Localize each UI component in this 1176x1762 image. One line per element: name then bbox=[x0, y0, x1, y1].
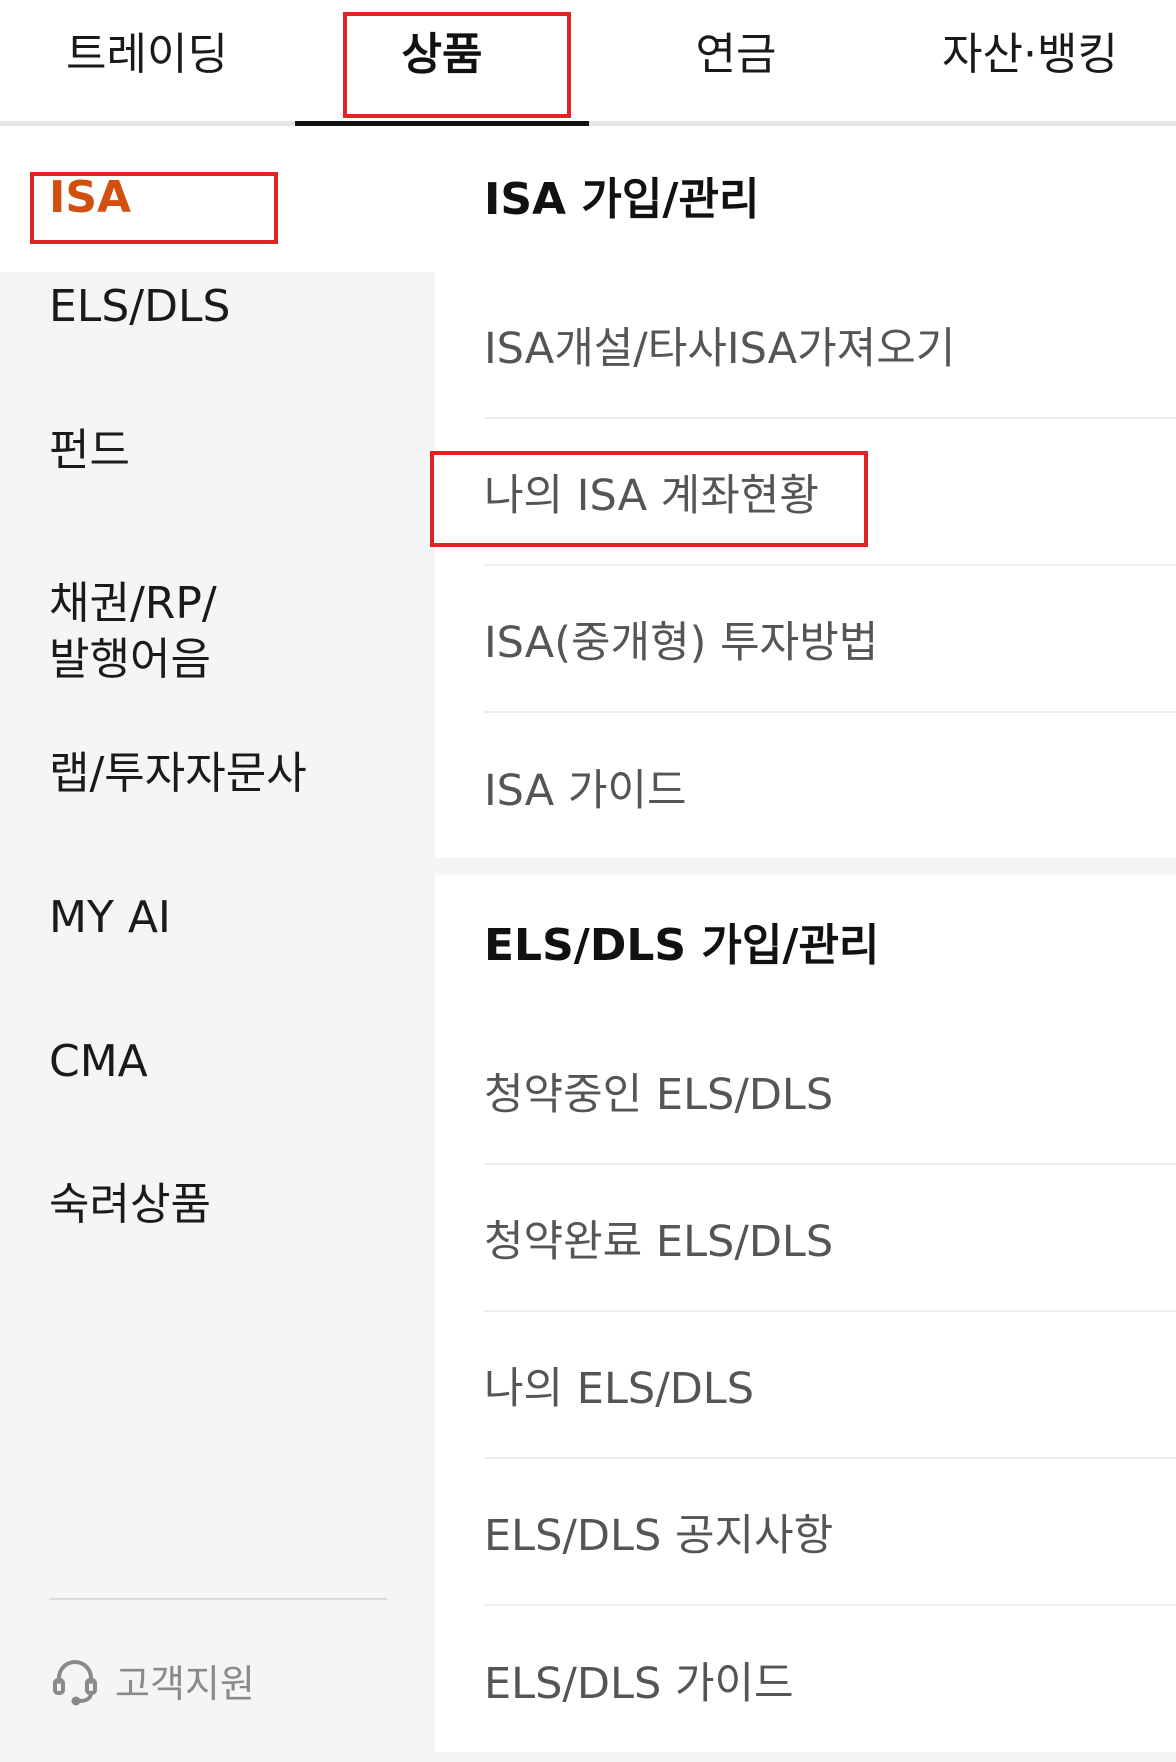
sidebar-divider bbox=[49, 1598, 387, 1600]
menu-item-els-notices[interactable]: ELS/DLS 공지사항 bbox=[484, 1459, 1176, 1606]
menu-item-my-els[interactable]: 나의 ELS/DLS bbox=[484, 1312, 1176, 1459]
tab-products[interactable]: 상품 bbox=[295, 0, 589, 122]
customer-support-link[interactable]: 고객지원 bbox=[49, 1652, 255, 1708]
sidebar-item-cooling-off[interactable]: 숙려상품 bbox=[0, 1177, 435, 1233]
sidebar-item-label: CMA bbox=[49, 1036, 148, 1087]
category-sidebar: ISA ELS/DLS 펀드 채권/RP/ 발행어음 랩/투자자문사 MY AI… bbox=[0, 126, 435, 1762]
sidebar-item-label: 랩/투자자문사 bbox=[49, 748, 307, 799]
menu-item-label: ISA(중개형) 투자방법 bbox=[484, 617, 879, 668]
menu-item-label: 청약중인 ELS/DLS bbox=[484, 1069, 834, 1120]
menu-item-els-guide[interactable]: ELS/DLS 가이드 bbox=[484, 1606, 1176, 1753]
customer-support-label: 고객지원 bbox=[115, 1661, 255, 1706]
menu-item-label: ELS/DLS 공지사항 bbox=[484, 1510, 834, 1561]
menu-item-isa-guide[interactable]: ISA 가이드 bbox=[484, 713, 1176, 860]
top-tab-bar: 트레이딩 상품 연금 자산·뱅킹 bbox=[0, 0, 1176, 126]
menu-item-label: ISA 가이드 bbox=[484, 765, 687, 816]
sidebar-item-my-ai[interactable]: MY AI bbox=[0, 890, 435, 946]
menu-item-label: 나의 ISA 계좌현황 bbox=[484, 470, 819, 521]
menu-item-label: ISA개설/타사ISA가져오기 bbox=[484, 323, 956, 374]
sidebar-item-label: ISA bbox=[49, 172, 132, 223]
sidebar-item-label: 숙려상품 bbox=[49, 1179, 211, 1230]
menu-item-isa-brokerage-howto[interactable]: ISA(중개형) 투자방법 bbox=[484, 566, 1176, 713]
sidebar-item-isa[interactable]: ISA bbox=[0, 126, 435, 272]
sidebar-item-fund[interactable]: 펀드 bbox=[0, 423, 435, 479]
menu-item-isa-open-transfer[interactable]: ISA개설/타사ISA가져오기 bbox=[484, 272, 1176, 419]
sidebar-item-label-line1: 채권/RP/ bbox=[49, 578, 217, 629]
sidebar-item-els-dls[interactable]: ELS/DLS bbox=[0, 279, 435, 335]
sidebar-item-label: 펀드 bbox=[49, 425, 130, 476]
menu-item-label: 나의 ELS/DLS bbox=[484, 1363, 755, 1414]
section-isa: ISA 가입/관리 ISA개설/타사ISA가져오기 나의 ISA 계좌현황 IS… bbox=[435, 126, 1176, 858]
sidebar-item-label-line2: 발행어음 bbox=[49, 634, 211, 685]
menu-item-els-subscribed[interactable]: 청약완료 ELS/DLS bbox=[484, 1165, 1176, 1312]
tab-trading[interactable]: 트레이딩 bbox=[0, 0, 294, 122]
menu-item-label: 청약완료 ELS/DLS bbox=[484, 1216, 834, 1267]
tab-pension[interactable]: 연금 bbox=[589, 0, 883, 122]
tab-assets-banking[interactable]: 자산·뱅킹 bbox=[883, 0, 1176, 122]
headset-icon bbox=[49, 1654, 101, 1706]
sidebar-item-label: ELS/DLS bbox=[49, 281, 231, 332]
sidebar-item-bond-rp[interactable]: 채권/RP/ 발행어음 bbox=[0, 576, 435, 688]
section-title-isa: ISA 가입/관리 bbox=[484, 174, 760, 225]
section-title-els-dls: ELS/DLS 가입/관리 bbox=[484, 920, 880, 971]
menu-item-my-isa-account[interactable]: 나의 ISA 계좌현황 bbox=[484, 419, 1176, 566]
menu-item-label: ELS/DLS 가이드 bbox=[484, 1658, 794, 1709]
sidebar-item-wrap-advisory[interactable]: 랩/투자자문사 bbox=[0, 746, 435, 802]
sidebar-item-cma[interactable]: CMA bbox=[0, 1034, 435, 1090]
sidebar-item-label: MY AI bbox=[49, 892, 171, 943]
menu-item-els-subscribing[interactable]: 청약중인 ELS/DLS bbox=[484, 1018, 1176, 1165]
section-els-dls: ELS/DLS 가입/관리 청약중인 ELS/DLS 청약완료 ELS/DLS … bbox=[435, 875, 1176, 1752]
